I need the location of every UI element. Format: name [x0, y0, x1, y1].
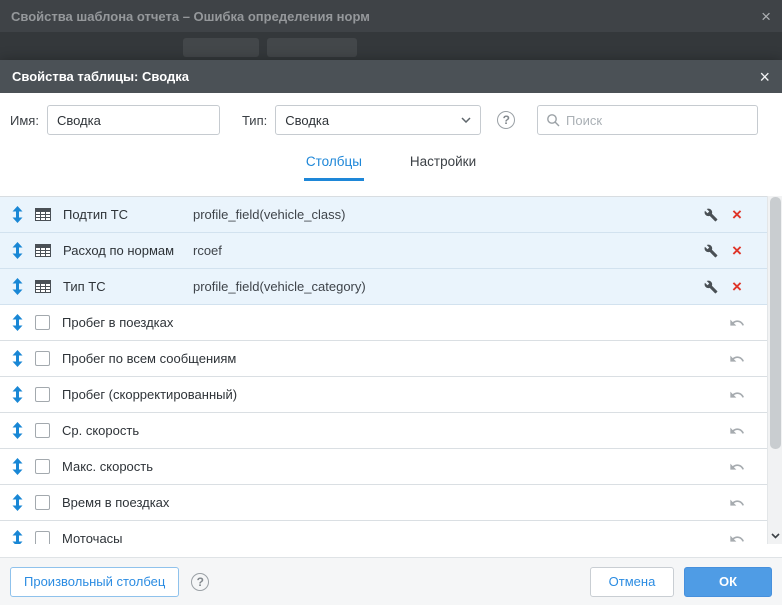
undo-icon[interactable]	[728, 495, 746, 511]
table-column-icon[interactable]	[35, 280, 51, 293]
dialog-footer: Произвольный столбец ? Отмена ОК	[0, 557, 782, 605]
undo-icon[interactable]	[728, 423, 746, 439]
close-icon[interactable]: ×	[759, 68, 770, 86]
tab-settings[interactable]: Настройки	[408, 146, 478, 181]
table-properties-dialog: Свойства таблицы: Сводка × Имя: Тип: Сво…	[0, 60, 782, 605]
column-row[interactable]: Пробег по всем сообщениям	[0, 341, 782, 377]
column-row[interactable]: Пробег в поездках	[0, 305, 782, 341]
custom-column-button[interactable]: Произвольный столбец	[10, 567, 179, 597]
scrollbar-thumb[interactable]	[770, 197, 781, 449]
configure-wrench-icon[interactable]	[704, 244, 718, 258]
background-dimmed-tab	[267, 38, 357, 57]
columns-list: Подтип ТСprofile_field(vehicle_class)×Ра…	[0, 196, 782, 544]
delete-icon[interactable]: ×	[728, 278, 746, 295]
undo-icon[interactable]	[728, 351, 746, 367]
tab-columns[interactable]: Столбцы	[304, 146, 364, 181]
scrollbar[interactable]	[767, 196, 782, 544]
column-checkbox[interactable]	[35, 531, 50, 544]
column-checkbox[interactable]	[35, 315, 50, 330]
type-select[interactable]: Сводка	[275, 105, 481, 135]
column-label: Тип ТС	[63, 279, 193, 294]
column-row[interactable]: Макс. скорость	[0, 449, 782, 485]
cancel-button[interactable]: Отмена	[590, 567, 674, 597]
drag-handle-icon[interactable]	[12, 422, 24, 439]
column-row[interactable]: Моточасы	[0, 521, 782, 544]
undo-icon[interactable]	[728, 315, 746, 331]
drag-handle-icon[interactable]	[12, 350, 24, 367]
column-checkbox[interactable]	[35, 495, 50, 510]
dialog-title: Свойства таблицы: Сводка	[12, 69, 759, 84]
background-dialog-title: Свойства шаблона отчета – Ошибка определ…	[11, 9, 761, 24]
configure-wrench-icon[interactable]	[704, 208, 718, 222]
background-dialog-titlebar: Свойства шаблона отчета – Ошибка определ…	[0, 0, 782, 32]
column-label: Ср. скорость	[62, 423, 192, 438]
drag-handle-icon[interactable]	[12, 206, 24, 223]
name-label: Имя:	[10, 113, 39, 128]
column-row[interactable]: Ср. скорость	[0, 413, 782, 449]
configure-wrench-icon[interactable]	[704, 280, 718, 294]
column-checkbox[interactable]	[35, 387, 50, 402]
background-dimmed-tab	[183, 38, 259, 57]
column-label: Пробег (скорректированный)	[62, 387, 237, 402]
search-input[interactable]	[566, 113, 749, 128]
background-close-icon[interactable]: ×	[761, 8, 771, 25]
table-column-icon[interactable]	[35, 208, 51, 221]
column-value: profile_field(vehicle_class)	[193, 207, 345, 222]
search-box[interactable]	[537, 105, 758, 135]
delete-icon[interactable]: ×	[728, 242, 746, 259]
ok-button[interactable]: ОК	[684, 567, 772, 597]
undo-icon[interactable]	[728, 531, 746, 545]
help-icon[interactable]: ?	[497, 111, 515, 129]
tab-bar: Столбцы Настройки	[0, 144, 782, 181]
column-row[interactable]: Расход по нормамrcoef ×	[0, 233, 782, 269]
drag-handle-icon[interactable]	[12, 314, 24, 331]
scroll-down-icon[interactable]	[768, 528, 782, 543]
column-value: rcoef	[193, 243, 222, 258]
delete-icon[interactable]: ×	[728, 206, 746, 223]
column-label: Пробег по всем сообщениям	[62, 351, 236, 366]
drag-handle-icon[interactable]	[12, 386, 24, 403]
column-checkbox[interactable]	[35, 459, 50, 474]
column-row[interactable]: Тип ТСprofile_field(vehicle_category) ×	[0, 269, 782, 305]
column-value: profile_field(vehicle_category)	[193, 279, 366, 294]
drag-handle-icon[interactable]	[12, 278, 24, 295]
column-label: Подтип ТС	[63, 207, 193, 222]
chevron-down-icon	[461, 117, 471, 123]
column-label: Время в поездках	[62, 495, 192, 510]
type-label: Тип:	[242, 113, 267, 128]
column-row[interactable]: Время в поездках	[0, 485, 782, 521]
drag-handle-icon[interactable]	[12, 242, 24, 259]
drag-handle-icon[interactable]	[12, 494, 24, 511]
undo-icon[interactable]	[728, 387, 746, 403]
drag-handle-icon[interactable]	[12, 530, 24, 544]
undo-icon[interactable]	[728, 459, 746, 475]
search-icon	[546, 113, 560, 127]
dialog-toolbar: Имя: Тип: Сводка ?	[0, 105, 782, 135]
column-checkbox[interactable]	[35, 351, 50, 366]
name-input[interactable]	[47, 105, 220, 135]
column-label: Расход по нормам	[63, 243, 193, 258]
drag-handle-icon[interactable]	[12, 458, 24, 475]
table-column-icon[interactable]	[35, 244, 51, 257]
column-row[interactable]: Пробег (скорректированный)	[0, 377, 782, 413]
column-label: Моточасы	[62, 531, 192, 544]
column-checkbox[interactable]	[35, 423, 50, 438]
dialog-header: Свойства таблицы: Сводка ×	[0, 60, 782, 93]
type-select-value: Сводка	[285, 113, 461, 128]
column-label: Макс. скорость	[62, 459, 192, 474]
footer-help-icon[interactable]: ?	[191, 573, 209, 591]
column-row[interactable]: Подтип ТСprofile_field(vehicle_class) ×	[0, 197, 782, 233]
column-label: Пробег в поездках	[62, 315, 192, 330]
